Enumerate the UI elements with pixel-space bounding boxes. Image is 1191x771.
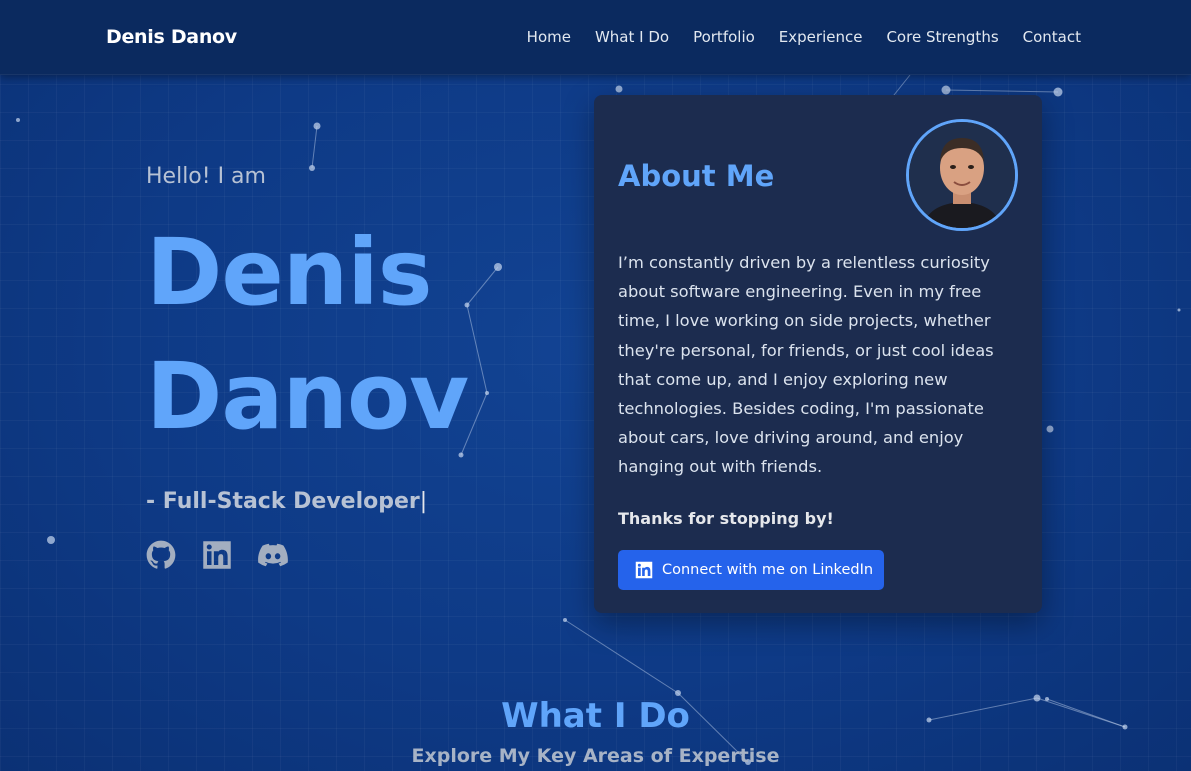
avatar	[906, 119, 1018, 231]
nav-link-portfolio[interactable]: Portfolio	[693, 28, 755, 46]
about-thanks: Thanks for stopping by!	[618, 509, 834, 528]
github-icon	[146, 540, 176, 569]
discord-link[interactable]	[258, 540, 288, 570]
nav-link-experience[interactable]: Experience	[779, 28, 863, 46]
about-title: About Me	[618, 159, 775, 193]
what-i-do-title: What I Do	[501, 696, 690, 736]
what-i-do-subtitle: Explore My Key Areas of Expertise	[411, 745, 780, 767]
nav-link-what-i-do[interactable]: What I Do	[595, 28, 669, 46]
linkedin-icon	[203, 541, 231, 569]
about-card: About Me I’m constantly driven by a rele…	[594, 95, 1042, 613]
profile-photo	[909, 122, 1015, 228]
nav-link-home[interactable]: Home	[527, 28, 571, 46]
linkedin-button-label: Connect with me on LinkedIn	[662, 562, 874, 578]
nav-links: Home What I Do Portfolio Experience Core…	[527, 28, 1081, 46]
linkedin-link[interactable]	[202, 540, 232, 570]
hero-first-name: Denis	[146, 219, 433, 326]
hero-role-text: - Full-Stack Developer	[146, 489, 420, 514]
hero-subtitle: - Full-Stack Developer|	[146, 489, 468, 514]
discord-icon	[258, 543, 288, 567]
social-links	[146, 540, 468, 570]
nav-link-core-strengths[interactable]: Core Strengths	[886, 28, 998, 46]
hero-greeting: Hello! I am	[146, 164, 266, 189]
navbar: Denis Danov Home What I Do Portfolio Exp…	[0, 0, 1191, 75]
hero-last-name: Danov	[146, 343, 469, 450]
nav-link-contact[interactable]: Contact	[1023, 28, 1081, 46]
about-description: I’m constantly driven by a relentless cu…	[618, 253, 994, 477]
linkedin-connect-button[interactable]: Connect with me on LinkedIn	[618, 550, 884, 590]
brand-logo-text[interactable]: Denis Danov	[106, 26, 237, 48]
linkedin-icon	[635, 561, 653, 579]
typing-cursor: |	[419, 489, 428, 514]
hero-section: Hello! I am Denis Danov - Full-Stack Dev…	[146, 164, 469, 570]
github-link[interactable]	[146, 540, 176, 570]
